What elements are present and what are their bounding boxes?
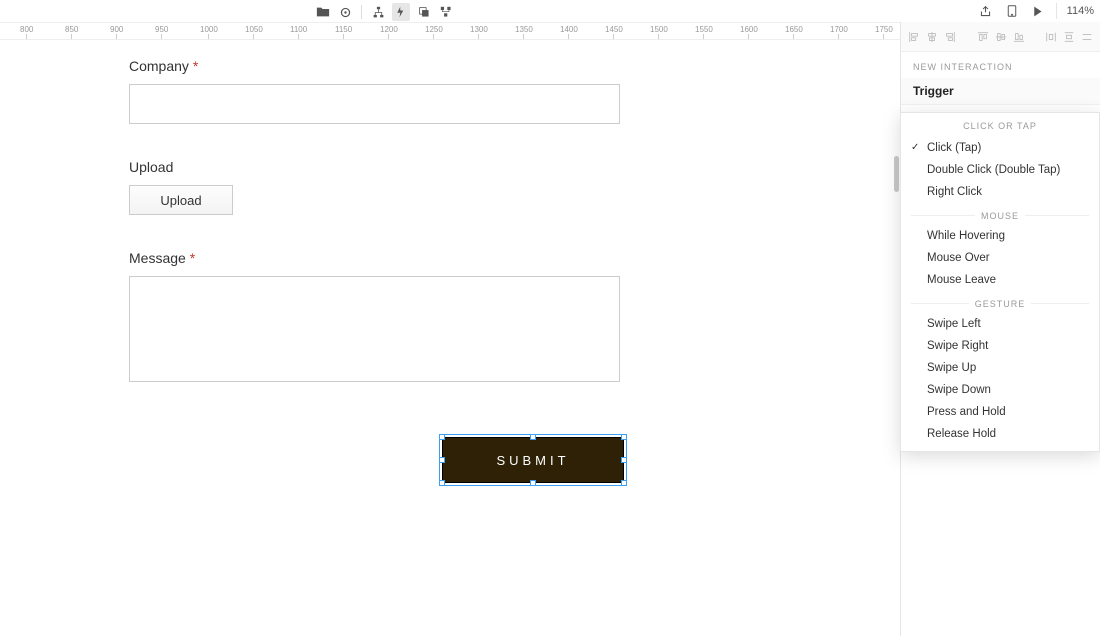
trigger-dropdown: CLICK OR TAP Click (Tap)Double Click (Do… <box>900 112 1100 452</box>
ruler-tick: 1250 <box>425 23 443 39</box>
message-field: Message * <box>129 250 629 385</box>
form-container: Company * Upload Upload Message * <box>129 58 629 385</box>
dropdown-group-click: CLICK OR TAP <box>901 117 1099 137</box>
layers-icon[interactable] <box>416 4 432 20</box>
ruler-tick: 1750 <box>875 23 893 39</box>
ruler-tick: 800 <box>20 23 33 39</box>
upload-field: Upload Upload <box>129 159 629 215</box>
ruler-tick: 1400 <box>560 23 578 39</box>
ruler-tick: 950 <box>155 23 168 39</box>
dropdown-item[interactable]: Mouse Over <box>901 247 1099 269</box>
trigger-row[interactable]: Trigger <box>901 78 1100 105</box>
ruler-tick: 1350 <box>515 23 533 39</box>
dropdown-item[interactable]: Mouse Leave <box>901 269 1099 291</box>
dropdown-item[interactable]: Swipe Left <box>901 313 1099 335</box>
dropdown-item[interactable]: Press and Hold <box>901 401 1099 423</box>
dropdown-item[interactable]: While Hovering <box>901 225 1099 247</box>
submit-button-selected[interactable]: SUBMIT <box>442 437 624 483</box>
ruler-tick: 1450 <box>605 23 623 39</box>
ruler-tick: 1500 <box>650 23 668 39</box>
ruler-tick: 1300 <box>470 23 488 39</box>
resize-handle-nw[interactable] <box>439 434 445 440</box>
share-icon[interactable] <box>978 3 994 19</box>
dropdown-group-gesture: GESTURE <box>901 293 1099 313</box>
ruler-tick: 1000 <box>200 23 218 39</box>
panel-align-toolbar <box>901 22 1100 52</box>
ruler-tick: 1650 <box>785 23 803 39</box>
upload-label: Upload <box>129 159 629 175</box>
ruler-tick: 1150 <box>335 23 352 39</box>
ruler-tick: 850 <box>65 23 78 39</box>
dropdown-group-mouse: MOUSE <box>901 205 1099 225</box>
required-mark: * <box>190 250 195 266</box>
canvas-scrollbar-thumb[interactable] <box>894 156 899 192</box>
play-icon[interactable] <box>1030 3 1046 19</box>
resize-handle-s[interactable] <box>530 480 536 486</box>
align-right-icon[interactable] <box>943 30 957 44</box>
align-top-icon[interactable] <box>976 30 990 44</box>
zoom-level[interactable]: 114% <box>1056 3 1094 19</box>
ruler-tick: 1200 <box>380 23 398 39</box>
upload-button[interactable]: Upload <box>129 185 233 215</box>
distribute-icon[interactable] <box>438 4 454 20</box>
dropdown-item[interactable]: Swipe Down <box>901 379 1099 401</box>
resize-handle-se[interactable] <box>621 480 627 486</box>
company-label-text: Company <box>129 58 189 74</box>
ruler-tick: 1600 <box>740 23 758 39</box>
device-icon[interactable] <box>1004 3 1020 19</box>
align-center-h-icon[interactable] <box>925 30 939 44</box>
resize-handle-sw[interactable] <box>439 480 445 486</box>
submit-button[interactable]: SUBMIT <box>442 437 624 483</box>
resize-handle-e[interactable] <box>621 457 627 463</box>
distribute-grid-icon[interactable] <box>1080 30 1094 44</box>
distribute-v-icon[interactable] <box>1062 30 1076 44</box>
ruler-tick: 1550 <box>695 23 713 39</box>
message-textarea[interactable] <box>129 276 620 382</box>
company-field: Company * <box>129 58 629 124</box>
panel-section-title: NEW INTERACTION <box>901 52 1100 78</box>
dropdown-item[interactable]: Right Click <box>901 181 1099 203</box>
align-left-icon[interactable] <box>907 30 921 44</box>
top-toolbar: 114% <box>0 0 1100 22</box>
folder-icon[interactable] <box>315 4 331 20</box>
toolbar-separator <box>361 5 362 19</box>
ruler-tick: 1700 <box>830 23 848 39</box>
message-label: Message * <box>129 250 629 266</box>
align-center-v-icon[interactable] <box>994 30 1008 44</box>
required-mark: * <box>193 58 198 74</box>
align-bottom-icon[interactable] <box>1012 30 1026 44</box>
toolbar-right-group: 114% <box>978 3 1094 19</box>
dropdown-item[interactable]: Release Hold <box>901 423 1099 445</box>
company-label: Company * <box>129 58 629 74</box>
horizontal-ruler: 800 850 900 950 1000 1050 1100 1150 1200 1250 1300… <box>0 22 900 40</box>
ruler-tick: 1100 <box>290 23 307 39</box>
dropdown-item[interactable]: Double Click (Double Tap) <box>901 159 1099 181</box>
dropdown-item[interactable]: Click (Tap) <box>901 137 1099 159</box>
resize-handle-n[interactable] <box>530 434 536 440</box>
interactions-icon[interactable] <box>392 3 410 21</box>
ruler-tick: 1050 <box>245 23 263 39</box>
settings-icon[interactable] <box>337 4 353 20</box>
resize-handle-ne[interactable] <box>621 434 627 440</box>
sitemap-icon[interactable] <box>370 4 386 20</box>
design-canvas[interactable]: Company * Upload Upload Message * SUBMIT <box>0 40 900 636</box>
toolbar-center-group <box>315 3 454 21</box>
company-input[interactable] <box>129 84 620 124</box>
dropdown-item[interactable]: Swipe Up <box>901 357 1099 379</box>
dropdown-item[interactable]: Swipe Right <box>901 335 1099 357</box>
resize-handle-w[interactable] <box>439 457 445 463</box>
ruler-tick: 900 <box>110 23 123 39</box>
message-label-text: Message <box>129 250 186 266</box>
distribute-h-icon[interactable] <box>1044 30 1058 44</box>
